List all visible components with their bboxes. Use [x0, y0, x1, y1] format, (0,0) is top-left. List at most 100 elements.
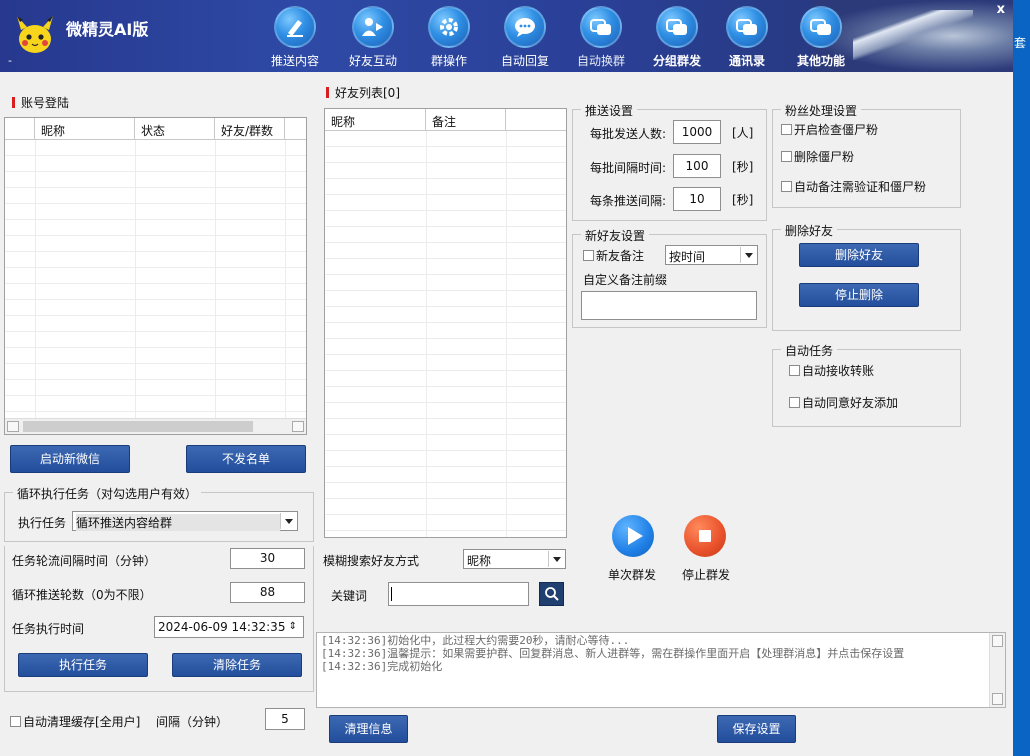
log-line: [14:32:36]初始化中，此过程大约需要20秒，请耐心等待...	[321, 634, 630, 647]
table-rows	[5, 140, 306, 434]
each-interval-input[interactable]: 10	[673, 187, 721, 211]
per-batch-unit: [人]	[732, 126, 754, 140]
desktop-edge: 套	[1013, 0, 1030, 756]
check-zombie-label: 开启检查僵尸粉	[794, 123, 879, 137]
new-friend-remark-label: 新友备注	[596, 249, 645, 263]
per-batch-label: 每批发送人数:	[590, 127, 667, 141]
scroll-thumb[interactable]	[23, 421, 253, 432]
stop-delete-button[interactable]: 停止删除	[799, 283, 919, 307]
nav-label: 自动换群	[576, 54, 625, 68]
checkbox-icon	[10, 716, 21, 727]
checkbox-icon	[789, 365, 800, 376]
col-remark[interactable]: 备注	[426, 109, 506, 130]
title-bar: 微精灵AI版 - x 推送内容 好友互动 群操作 自动回复 自动换群 分组群发	[0, 0, 1013, 72]
blacklist-button[interactable]: 不发名单	[186, 445, 306, 473]
side-text: 套	[1014, 36, 1027, 50]
auto-clean-checkbox[interactable]: 自动清理缓存[全用户]	[10, 713, 140, 730]
delete-zombie-label: 删除僵尸粉	[794, 150, 855, 164]
log-output[interactable]: [14:32:36]初始化中，此过程大约需要20秒，请耐心等待... [14:3…	[316, 632, 1006, 708]
task-label: 执行任务	[18, 516, 67, 530]
auto-accept-friend-checkbox[interactable]: 自动同意好友添加	[789, 394, 898, 411]
remark-mode-select[interactable]: 按时间	[665, 245, 758, 265]
col-status[interactable]: 状态	[135, 118, 215, 139]
keyword-label: 关键词	[331, 589, 368, 603]
search-mode-value: 昵称	[467, 554, 492, 568]
prefix-input[interactable]	[581, 291, 757, 320]
scroll-right-arrow-icon[interactable]	[292, 421, 304, 432]
text-cursor	[391, 587, 392, 601]
log-line: [14:32:36]完成初始化	[321, 660, 443, 673]
each-interval-label: 每条推送间隔:	[590, 194, 667, 208]
clear-info-button[interactable]: 清理信息	[329, 715, 408, 743]
fans-title: 粉丝处理设置	[781, 102, 862, 119]
auto-task-title: 自动任务	[781, 342, 838, 359]
start-new-wechat-button[interactable]: 启动新微信	[10, 445, 130, 473]
chevron-down-icon	[280, 513, 296, 529]
save-settings-button[interactable]: 保存设置	[717, 715, 796, 743]
chat-bubbles-icon	[580, 6, 622, 48]
per-batch-input[interactable]: 1000	[673, 120, 721, 144]
main-window: 微精灵AI版 - x 推送内容 好友互动 群操作 自动回复 自动换群 分组群发	[0, 0, 1013, 756]
stop-send-label: 停止群发	[682, 568, 731, 582]
table-rows	[325, 131, 566, 537]
check-zombie-checkbox[interactable]: 开启检查僵尸粉	[781, 121, 878, 138]
nav-other-functions[interactable]: 其他功能	[784, 6, 858, 68]
push-settings-title: 推送设置	[581, 102, 638, 119]
nav-group-broadcast[interactable]: 分组群发	[640, 6, 714, 68]
auto-remark-zombie-label: 自动备注需验证和僵尸粉	[794, 180, 927, 194]
auto-interval-input[interactable]: 5	[265, 708, 305, 730]
nav-group-ops[interactable]: 群操作	[412, 6, 486, 68]
checkbox-icon	[781, 151, 792, 162]
auto-receive-transfer-checkbox[interactable]: 自动接收转账	[789, 362, 874, 379]
batch-interval-label: 每批间隔时间:	[590, 161, 667, 175]
col-nickname[interactable]: 昵称	[35, 118, 135, 139]
chevron-down-icon	[548, 551, 564, 567]
new-friend-remark-checkbox[interactable]: 新友备注	[583, 247, 644, 264]
checkbox-icon	[789, 397, 800, 408]
keyword-input[interactable]	[388, 582, 529, 606]
chat-bubbles-icon	[800, 6, 842, 48]
search-mode-select[interactable]: 昵称	[463, 549, 566, 569]
auto-clean-label: 自动清理缓存[全用户]	[23, 715, 141, 729]
task-select[interactable]: 循环推送内容给群	[72, 511, 298, 531]
nav-auto-reply[interactable]: 自动回复	[488, 6, 562, 68]
friends-table[interactable]: 昵称 备注	[324, 108, 567, 538]
chevron-down-icon	[740, 247, 756, 263]
nav-push-content[interactable]: 推送内容	[258, 6, 332, 68]
auto-remark-zombie-checkbox[interactable]: 自动备注需验证和僵尸粉	[781, 178, 926, 195]
search-button[interactable]	[539, 582, 564, 606]
delete-zombie-checkbox[interactable]: 删除僵尸粉	[781, 148, 854, 165]
batch-interval-input[interactable]: 100	[673, 154, 721, 178]
stop-send-button[interactable]	[684, 515, 726, 557]
checkbox-icon	[583, 250, 594, 261]
nav-auto-switch-group[interactable]: 自动换群	[564, 6, 638, 68]
search-icon	[544, 587, 559, 601]
single-send-label: 单次群发	[608, 568, 657, 582]
scroll-down-arrow-icon[interactable]	[992, 693, 1003, 705]
checkbox-icon	[781, 181, 792, 192]
nav-label: 其他功能	[796, 54, 845, 68]
close-button[interactable]: x	[997, 2, 1005, 17]
delete-friends-button[interactable]: 删除好友	[799, 243, 919, 267]
vertical-scrollbar[interactable]	[989, 633, 1005, 707]
nav-friend-interaction[interactable]: 好友互动	[336, 6, 410, 68]
nav-label: 推送内容	[270, 54, 319, 68]
auto-interval-label: 间隔（分钟）	[156, 715, 229, 729]
nav-label: 通讯录	[728, 54, 765, 68]
task-select-value: 循环推送内容给群	[76, 514, 280, 531]
title-dash: -	[8, 54, 12, 67]
pen-icon	[274, 6, 316, 48]
single-send-button[interactable]	[612, 515, 654, 557]
user-share-icon	[352, 6, 394, 48]
col-nickname[interactable]: 昵称	[325, 109, 426, 130]
search-mode-label: 模糊搜索好友方式	[323, 554, 420, 568]
horizontal-scrollbar[interactable]	[5, 418, 306, 434]
nav-contacts[interactable]: 通讯录	[710, 6, 784, 68]
col-friends-groups[interactable]: 好友/群数	[215, 118, 285, 139]
scroll-left-arrow-icon[interactable]	[7, 421, 19, 432]
stop-icon	[699, 530, 711, 542]
new-friend-title: 新好友设置	[581, 227, 650, 244]
loop-task-title: 循环执行任务（对勾选用户有效）	[13, 485, 202, 502]
scroll-up-arrow-icon[interactable]	[992, 635, 1003, 647]
account-table[interactable]: 昵称 状态 好友/群数	[4, 117, 307, 435]
